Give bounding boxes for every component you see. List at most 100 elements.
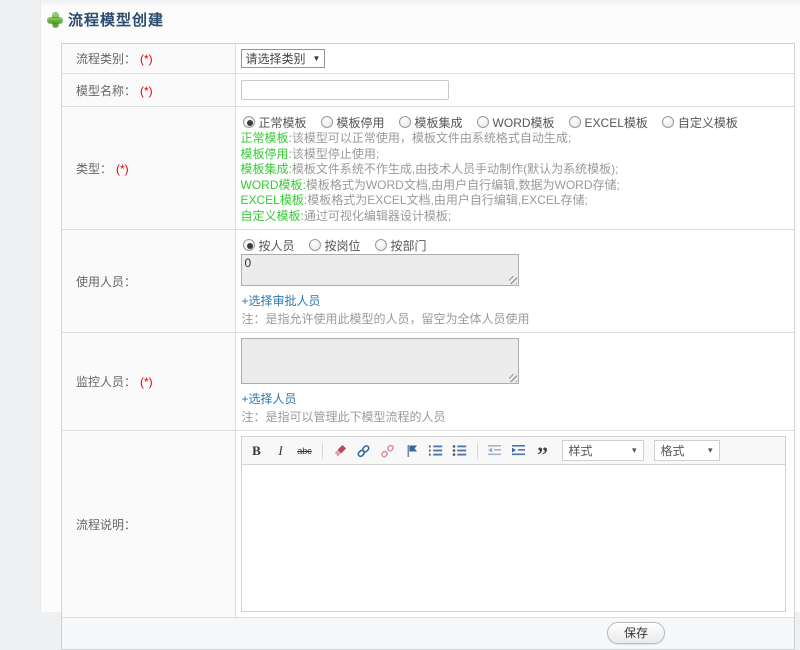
radio-label: 模板集成 [414,115,463,130]
radio-checked-icon[interactable] [242,116,255,128]
type-option-normal[interactable]: 正常模板 [242,114,307,131]
radio-icon[interactable] [476,116,489,128]
row-users: 使用人员： 按人员 按岗位 按部门 0 +选择审批人员 注：是指允许使用此模型的… [62,229,794,333]
monitors-note: 注：是指可以管理此下模型流程的人员 [241,410,446,424]
unlink-button[interactable] [379,442,397,460]
unlink-icon [381,444,394,458]
type-option-integrated[interactable]: 模板集成 [398,114,463,131]
format-combo[interactable]: 格式 ▾ [653,440,720,461]
ordered-list-icon [429,445,443,456]
users-option-department[interactable]: 按部门 [374,237,427,254]
strikethrough-button[interactable]: abc [296,442,314,460]
link-button[interactable] [355,442,373,460]
outdent-button[interactable] [486,442,504,460]
chevron-down-icon: ▼ [312,54,321,63]
ordered-list-button[interactable] [427,442,445,460]
type-desc-custom: 自定义模板:通过可视化编辑器设计模板; [240,208,452,223]
flag-icon [407,444,417,457]
italic-button[interactable]: I [272,442,290,460]
content-panel: 流程模型创建 流程类别： (*) 请选择类别 ▼ 模型名称： (*) 类型： (… [40,0,800,650]
page-header: 流程模型创建 [41,0,800,30]
monitors-textarea[interactable] [240,338,519,384]
row-description: 流程说明： B I abc ” 样式 ▾ 格式 ▾ [62,430,794,618]
users-option-person[interactable]: 按人员 [242,237,295,254]
bulleted-list-button[interactable] [451,442,469,460]
toolbar-separator [321,442,323,459]
required-marker: (*) [140,375,153,389]
select-monitors-link[interactable]: +选择人员 [242,390,297,407]
chevron-down-icon: ▾ [707,445,713,455]
radio-icon[interactable] [661,116,674,128]
radio-icon[interactable] [398,116,411,128]
model-name-input[interactable] [240,80,449,100]
indent-icon [512,445,525,456]
required-marker: (*) [140,83,153,98]
radio-label: 按岗位 [324,238,361,253]
radio-label: 正常模板 [258,115,307,130]
type-label-cell: 类型： (*) [62,106,236,230]
blockquote-button[interactable]: ” [534,441,552,467]
monitors-label: 监控人员： [76,375,137,389]
users-textarea-value: 0 [244,256,252,270]
type-desc-excel: EXCEL模板:模板格式为EXCEL文档,由用户自行编辑,EXCEL存储; [240,193,588,207]
radio-icon[interactable] [308,239,321,251]
radio-label: 按人员 [258,238,295,253]
bold-button[interactable]: B [248,442,266,460]
users-option-post[interactable]: 按岗位 [308,237,361,254]
quote-icon: ” [537,441,548,467]
select-approvers-link[interactable]: +选择审批人员 [242,292,321,309]
radio-icon[interactable] [568,116,581,128]
type-radio-group: 正常模板 模板停用 模板集成 WORD模板 EXCEL模板 自定义模板 [242,114,787,131]
type-option-word[interactable]: WORD模板 [476,114,555,131]
type-desc-integrated: 模板集成:模板文件系统不作生成,由技术人员手动制作(默认为系统模板); [240,162,619,176]
type-desc-normal: 正常模板:该模型可以正常使用，模板文件由系统格式自动生成; [240,131,572,145]
row-type: 类型： (*) 正常模板 模板停用 模板集成 WORD模板 EXCEL模板 自定… [62,106,794,230]
radio-icon[interactable] [374,239,387,251]
category-select[interactable]: 请选择类别 ▼ [240,49,326,68]
radio-checked-icon[interactable] [242,239,255,251]
radio-label: EXCEL模板 [584,115,648,130]
type-option-custom[interactable]: 自定义模板 [661,114,738,131]
chevron-down-icon: ▾ [631,445,637,455]
resize-grip-icon[interactable] [508,276,517,284]
users-label-cell: 使用人员： [62,229,236,333]
eraser-icon [334,444,346,456]
type-desc-word: WORD模板:模板格式为WORD文档,由用户自行编辑,数据为WORD存储; [240,177,620,192]
users-label: 使用人员： [76,274,137,289]
model-name-label: 模型名称： [76,83,137,98]
type-label: 类型： [76,161,113,176]
type-option-excel[interactable]: EXCEL模板 [568,114,648,131]
required-marker: (*) [140,52,153,66]
form-table: 流程类别： (*) 请选择类别 ▼ 模型名称： (*) 类型： (*) 正常模板… [61,43,795,650]
users-note: 注：是指允许使用此模型的人员，留空为全体人员使用 [241,312,530,326]
resize-grip-icon[interactable] [508,374,517,382]
radio-label: 模板停用 [336,115,385,130]
users-textarea[interactable]: 0 [240,254,519,286]
radio-label: 自定义模板 [677,115,738,130]
rich-text-editor: B I abc ” 样式 ▾ 格式 ▾ [240,436,786,612]
page-title: 流程模型创建 [68,12,165,29]
outdent-icon [488,445,501,456]
style-combo-value: 样式 [568,444,593,458]
form-footer: 保存 [62,618,794,649]
radio-icon[interactable] [320,116,333,128]
bulleted-list-icon [452,445,467,456]
indent-button[interactable] [510,442,528,460]
type-desc-disabled: 模板停用:该模型停止使用; [240,146,380,161]
category-label-cell: 流程类别： (*) [62,44,236,74]
required-marker: (*) [116,161,129,176]
radio-label: 按部门 [390,238,427,253]
style-combo[interactable]: 样式 ▾ [561,440,644,461]
save-button[interactable]: 保存 [607,622,665,644]
type-option-disabled[interactable]: 模板停用 [320,114,385,131]
editor-content-area[interactable] [241,465,785,611]
model-name-label-cell: 模型名称： (*) [62,73,236,107]
row-model-name: 模型名称： (*) [62,73,794,107]
category-select-value: 请选择类别 [245,52,306,66]
link-icon [357,444,370,457]
remove-format-button[interactable] [331,442,349,460]
users-radio-group: 按人员 按岗位 按部门 [242,237,787,254]
row-monitors: 监控人员： (*) +选择人员 注：是指可以管理此下模型流程的人员 [62,332,794,431]
description-label-cell: 流程说明： [62,430,236,618]
anchor-button[interactable] [403,442,421,460]
